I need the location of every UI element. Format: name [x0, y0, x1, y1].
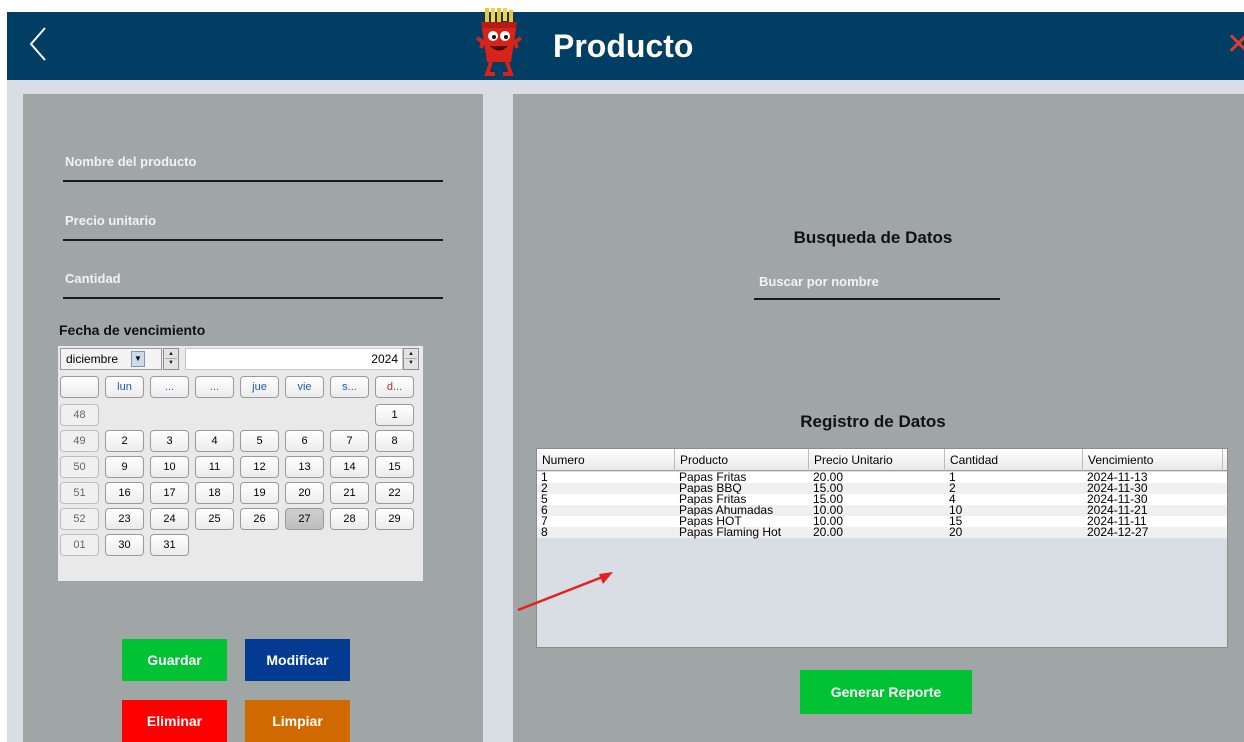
column-header[interactable]: Vencimiento: [1083, 449, 1223, 471]
day-header: d...: [375, 376, 414, 398]
cantidad-placeholder: Cantidad: [65, 271, 121, 286]
year-field[interactable]: 2024: [185, 348, 403, 370]
calendar-day[interactable]: 7: [330, 430, 369, 452]
week-number: 01: [60, 534, 99, 556]
week-number: 48: [60, 404, 99, 426]
calendar-day[interactable]: 18: [195, 482, 234, 504]
week-number: 50: [60, 456, 99, 478]
day-header: ...: [195, 376, 234, 398]
day-header: vie: [285, 376, 324, 398]
spinner-down-icon[interactable]: ▼: [405, 359, 417, 368]
header-bar: Producto ✕: [7, 8, 1244, 80]
column-header[interactable]: Precio Unitario: [809, 449, 945, 471]
year-value: 2024: [371, 352, 398, 366]
month-value: diciembre: [66, 352, 119, 366]
calendar-day[interactable]: 1: [375, 404, 414, 426]
calendar-day[interactable]: 28: [330, 508, 369, 530]
spinner-up-icon[interactable]: ▲: [165, 350, 177, 359]
date-chooser: diciembre ▼ ▲ ▼ 2024 ▲ ▼ lun...... jue vie…: [58, 346, 423, 581]
cantidad-field[interactable]: Cantidad: [63, 263, 443, 299]
fries-mascot-logo: [475, 8, 523, 76]
calendar-day[interactable]: 25: [195, 508, 234, 530]
busqueda-title: Busqueda de Datos: [793, 228, 953, 247]
table-body: 1 Papas Fritas 20.00 1 2024-11-13 2 Papas BBQ 1…: [537, 471, 1227, 539]
search-placeholder: Buscar por nombre: [759, 274, 879, 289]
calendar-day[interactable]: 26: [240, 508, 279, 530]
table-cell: 2024-12-27: [1087, 525, 1149, 539]
table-header: Numero Producto Precio Unitario Cantidad Ven…: [537, 449, 1227, 471]
calendar-day[interactable]: 5: [240, 430, 279, 452]
limpiar-button[interactable]: Limpiar: [245, 700, 350, 742]
month-spinner[interactable]: ▲ ▼: [163, 348, 179, 370]
calendar-day[interactable]: 8: [375, 430, 414, 452]
calendar-day[interactable]: 3: [150, 430, 189, 452]
table-cell: 20: [949, 525, 963, 539]
fecha-label: Fecha de vencimiento: [59, 322, 206, 338]
close-icon[interactable]: ✕: [1226, 28, 1244, 64]
day-header: s...: [330, 376, 369, 398]
calendar-day[interactable]: 13: [285, 456, 324, 478]
calendar-day[interactable]: 21: [330, 482, 369, 504]
precio-field[interactable]: Precio unitario: [63, 205, 443, 241]
calendar-day[interactable]: 16: [105, 482, 144, 504]
calendar-day[interactable]: 14: [330, 456, 369, 478]
calendar-day[interactable]: 10: [150, 456, 189, 478]
calendar-day[interactable]: 29: [375, 508, 414, 530]
calendar-corner: [60, 376, 99, 398]
calendar-day[interactable]: 2: [105, 430, 144, 452]
spinner-down-icon[interactable]: ▼: [165, 359, 177, 368]
search-input[interactable]: Buscar por nombre: [754, 264, 1000, 300]
calendar-day[interactable]: 24: [150, 508, 189, 530]
nombre-placeholder: Nombre del producto: [65, 154, 197, 169]
calendar-day[interactable]: 11: [195, 456, 234, 478]
week-number: 51: [60, 482, 99, 504]
calendar-day[interactable]: 12: [240, 456, 279, 478]
nombre-field[interactable]: Nombre del producto: [63, 146, 443, 182]
calendar-day[interactable]: 31: [150, 534, 189, 556]
column-header[interactable]: Producto: [675, 449, 809, 471]
product-form-panel: Nombre del producto Precio unitario Cant…: [23, 94, 483, 742]
precio-placeholder: Precio unitario: [65, 213, 157, 228]
calendar-day[interactable]: 6: [285, 430, 324, 452]
table-cell: 20.00: [813, 525, 844, 539]
modificar-button[interactable]: Modificar: [245, 639, 350, 681]
calendar-day[interactable]: 22: [375, 482, 414, 504]
column-header[interactable]: Numero: [537, 449, 675, 471]
calendar-day[interactable]: 9: [105, 456, 144, 478]
page-title: Producto: [553, 28, 694, 64]
column-header[interactable]: Cantidad: [945, 449, 1083, 471]
chevron-left-icon: [29, 27, 46, 61]
dropdown-arrow-icon[interactable]: ▼: [131, 351, 145, 367]
guardar-button[interactable]: Guardar: [122, 639, 227, 681]
data-panel: Busqueda de Datos Buscar por nombre Regi…: [513, 94, 1244, 742]
app-window: Producto ✕ Nombre del producto Precio un…: [0, 0, 1244, 742]
calendar-day[interactable]: 4: [195, 430, 234, 452]
calendar-day[interactable]: 19: [240, 482, 279, 504]
annotation-arrow-icon: [517, 572, 613, 612]
back-button[interactable]: [25, 24, 53, 64]
spinner-up-icon[interactable]: ▲: [405, 350, 417, 359]
generar-reporte-button[interactable]: Generar Reporte: [800, 670, 972, 714]
day-header: ...: [150, 376, 189, 398]
calendar-day[interactable]: 15: [375, 456, 414, 478]
eliminar-button[interactable]: Eliminar: [122, 700, 227, 742]
registro-title: Registro de Datos: [800, 412, 946, 431]
table-cell: Papas Flaming Hot: [679, 525, 782, 539]
calendar-day[interactable]: 30: [105, 534, 144, 556]
table-cell: 8: [541, 525, 548, 539]
calendar-day[interactable]: 27: [285, 508, 324, 530]
week-number: 49: [60, 430, 99, 452]
registro-table: Numero Producto Precio Unitario Cantidad Ven…: [536, 448, 1228, 648]
year-spinner[interactable]: ▲ ▼: [403, 348, 419, 370]
day-header: lun: [105, 376, 144, 398]
table-row[interactable]: 8 Papas Flaming Hot 20.00 20 2024-12-27: [537, 525, 1227, 539]
calendar-day[interactable]: 20: [285, 482, 324, 504]
week-number: 52: [60, 508, 99, 530]
calendar-day[interactable]: 23: [105, 508, 144, 530]
calendar-day[interactable]: 17: [150, 482, 189, 504]
month-select[interactable]: diciembre ▼: [60, 348, 162, 370]
day-header: jue: [240, 376, 279, 398]
